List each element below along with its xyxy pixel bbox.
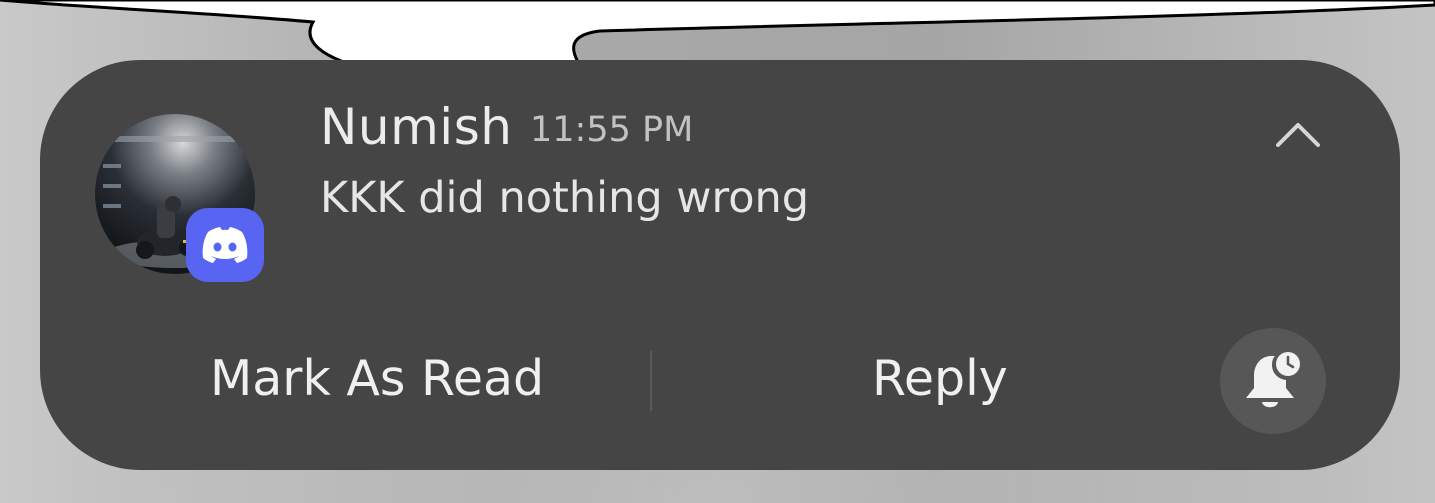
- notification-card[interactable]: Numish 11:55 PM KKK did nothing wrong Ma…: [40, 60, 1400, 470]
- action-divider: [650, 351, 652, 411]
- chevron-up-icon[interactable]: [1270, 112, 1326, 156]
- timestamp: 11:55 PM: [530, 110, 694, 150]
- reply-button[interactable]: Reply: [872, 350, 1008, 407]
- sender-name: Numish: [320, 98, 513, 156]
- snooze-button[interactable]: [1220, 328, 1326, 434]
- mark-as-read-button[interactable]: Mark As Read: [210, 350, 544, 407]
- discord-icon: [186, 208, 264, 282]
- message-text: KKK did nothing wrong: [320, 173, 810, 223]
- bell-clock-icon: [1246, 352, 1300, 408]
